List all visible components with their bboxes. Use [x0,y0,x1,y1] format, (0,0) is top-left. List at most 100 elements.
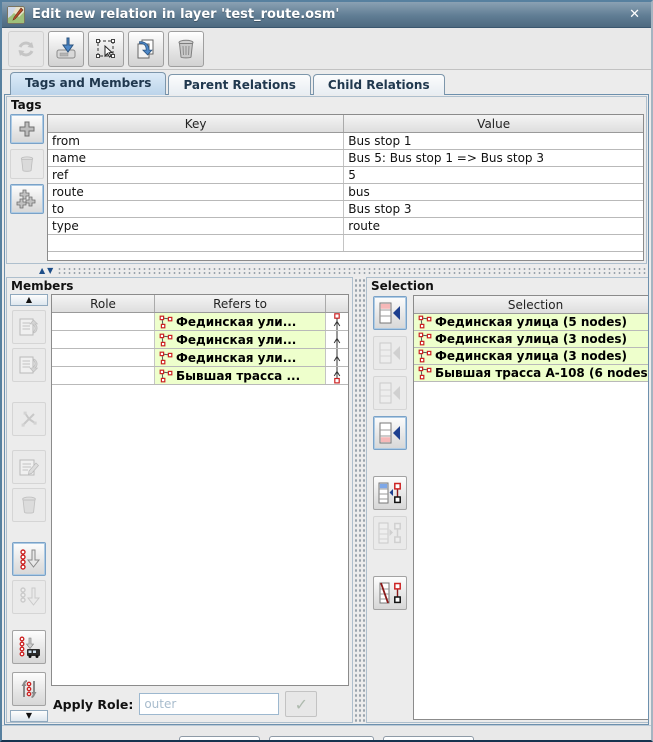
cancel-button[interactable]: Cancel [269,736,375,742]
member-role[interactable] [52,349,155,366]
member-row[interactable]: Фединская ули... [52,331,348,349]
delete-tag-button[interactable] [10,149,44,179]
member-name: Фединская ули... [176,351,296,365]
tag-row[interactable]: from Bus stop 1 [48,133,643,150]
refresh-icon [15,38,37,60]
tag-value[interactable]: Bus stop 3 [344,201,643,217]
selection-item[interactable]: Фединская улица (3 nodes) [414,348,648,364]
move-member-down-button[interactable] [12,348,46,382]
members-table-empty-area [52,385,348,685]
tag-value[interactable]: 5 [344,167,643,183]
member-row[interactable]: Фединская ули... [52,349,348,367]
way-icon [418,349,432,363]
add-selection-before-button[interactable] [373,336,407,370]
selection-header[interactable]: Selection [414,296,648,313]
apply-updates-button[interactable] [48,31,84,67]
tag-value[interactable]: Bus 5: Bus stop 1 => Bus stop 3 [344,150,643,166]
members-header-role[interactable]: Role [52,295,155,312]
tag-row[interactable]: name Bus 5: Bus stop 1 => Bus stop 3 [48,150,643,167]
member-refers-to[interactable]: Бывшая трасса ... [155,367,326,384]
refresh-button[interactable] [8,31,44,67]
add-selection-after-button[interactable] [373,376,407,410]
ok-button[interactable]: OK [179,736,259,742]
tag-key[interactable]: to [48,201,344,217]
sort-selected-members-button[interactable] [12,580,46,614]
member-role[interactable] [52,367,155,384]
tag-row-empty[interactable] [48,235,643,252]
tags-header-value[interactable]: Value [344,115,643,132]
members-scroll-down-button[interactable]: ▼ [10,710,48,722]
selection-item[interactable]: Фединская улица (5 nodes) [414,314,648,330]
tag-key[interactable]: ref [48,167,344,183]
vertical-splitter[interactable] [354,278,365,722]
selection-row[interactable]: Фединская улица (5 nodes) [414,314,648,331]
tags-table[interactable]: Key Value from Bus stop 1 name Bus 5: Bu… [47,114,644,261]
delete-button[interactable] [168,31,204,67]
branch-link-icon [17,407,41,431]
member-role[interactable] [52,331,155,348]
horizontal-splitter[interactable]: ▲▼ [5,265,648,276]
member-row[interactable]: Бывшая трасса ... [52,367,348,385]
selection-item-label: Фединская улица (3 nodes) [435,349,627,363]
tags-header-key[interactable]: Key [48,115,344,132]
selection-row[interactable]: Фединская улица (3 nodes) [414,348,648,365]
member-name: Бывшая трасса ... [176,369,300,383]
members-table[interactable]: Role Refers to [51,294,349,686]
sort-route-members-button[interactable] [12,630,46,664]
tag-key[interactable]: from [48,133,344,149]
selection-table[interactable]: Selection Фединская улица (5 node [413,295,648,720]
selection-row[interactable]: Бывшая трасса А-108 (6 nodes) [414,365,648,382]
tag-value[interactable] [344,235,643,251]
tag-value[interactable]: Bus stop 1 [344,133,643,149]
add-selection-at-end-button[interactable] [373,416,407,450]
tab-child-relations[interactable]: Child Relations [313,74,445,95]
help-button[interactable]: Help [383,736,473,742]
tag-row[interactable]: route bus [48,184,643,201]
remove-member-button[interactable] [12,488,46,522]
tag-key[interactable]: route [48,184,344,200]
tag-key[interactable]: name [48,150,344,166]
tag-value[interactable]: route [344,218,643,234]
apply-role-confirm-button[interactable]: ✓ [285,691,317,717]
tab-tags-and-members[interactable]: Tags and Members [10,72,166,95]
tag-row[interactable]: to Bus stop 3 [48,201,643,218]
members-header-refers-to[interactable]: Refers to [155,295,326,312]
edit-member-button[interactable] [12,450,46,484]
move-member-up-button[interactable] [12,310,46,344]
member-refers-to[interactable]: Фединская ули... [155,331,326,348]
add-tag-button[interactable] [10,114,44,144]
tag-key[interactable] [48,235,344,251]
member-refers-to[interactable]: Фединская ули... [155,349,326,366]
duplicate-button[interactable] [128,31,164,67]
selection-item[interactable]: Фединская улица (3 nodes) [414,331,648,347]
add-selection-at-start-button[interactable] [373,296,407,330]
sort-members-button[interactable] [12,542,46,576]
tag-key[interactable]: type [48,218,344,234]
member-role[interactable] [52,313,155,330]
member-refers-to[interactable]: Фединская ули... [155,313,326,330]
remove-members-in-selection-button[interactable] [373,576,407,610]
titlebar[interactable]: Edit new relation in layer 'test_route.o… [2,2,651,28]
select-button[interactable] [88,31,124,67]
reverse-members-button[interactable] [12,672,46,706]
splitter-arrows-icon[interactable]: ▲▼ [39,266,55,275]
close-icon[interactable]: ✕ [626,7,643,22]
apply-role-input[interactable] [139,693,279,715]
members-scroll-up-button[interactable]: ▲ [10,294,48,306]
edit-icon [17,455,41,479]
select-objects-for-members-button[interactable] [373,516,407,550]
paste-tags-button[interactable] [10,184,44,214]
selection-item[interactable]: Бывшая трасса А-108 (6 nodes) [414,365,648,381]
splitter-grip[interactable] [57,267,646,274]
tag-value[interactable]: bus [344,184,643,200]
tag-row[interactable]: ref 5 [48,167,643,184]
tag-row[interactable]: type route [48,218,643,235]
selection-row[interactable]: Фединская улица (3 nodes) [414,331,648,348]
way-icon [159,315,173,329]
members-header-link[interactable] [326,295,348,312]
tab-parent-relations[interactable]: Parent Relations [168,74,310,95]
link-members-button[interactable] [12,402,46,436]
selection-item-label: Фединская улица (3 nodes) [435,332,627,346]
member-row[interactable]: Фединская ули... [52,313,348,331]
select-members-from-selection-button[interactable] [373,476,407,510]
